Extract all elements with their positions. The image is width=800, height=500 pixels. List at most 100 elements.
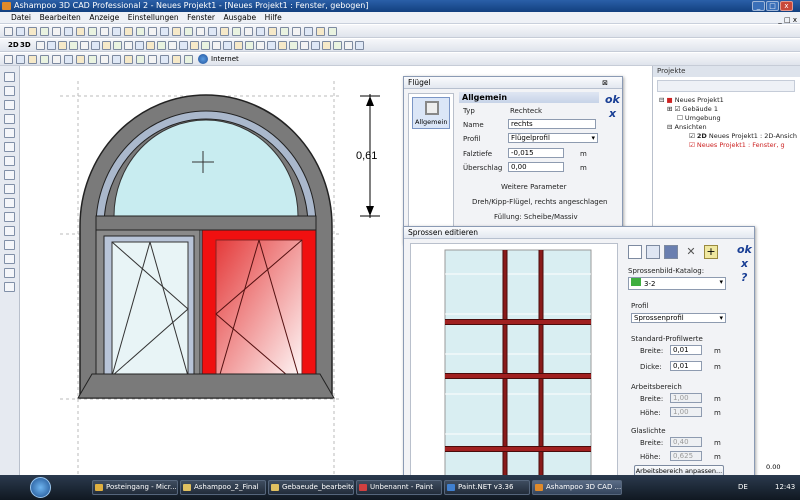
toolbar-icon[interactable] xyxy=(91,41,100,50)
toolbar-icon[interactable] xyxy=(184,55,193,64)
menu-bearbeiten[interactable]: Bearbeiten xyxy=(37,12,84,24)
toolbar-icon[interactable] xyxy=(64,55,73,64)
toolbar-icon[interactable] xyxy=(40,55,49,64)
fluegel-ok-button[interactable]: ok xyxy=(605,93,620,106)
minimize-button[interactable]: _ xyxy=(752,1,765,11)
toolbar-icon[interactable] xyxy=(160,55,169,64)
toolbar-icon[interactable] xyxy=(28,55,37,64)
toolbar-icon[interactable] xyxy=(245,41,254,50)
tool-icon[interactable] xyxy=(4,142,15,152)
tool-icon[interactable] xyxy=(4,86,15,96)
sprossen-preview[interactable] xyxy=(410,243,618,478)
menu-datei[interactable]: Datei xyxy=(8,12,34,24)
tool-icon[interactable] xyxy=(4,254,15,264)
toolbar-icon[interactable] xyxy=(4,27,13,36)
toolbar-icon[interactable] xyxy=(280,27,289,36)
toolbar-icon[interactable] xyxy=(172,27,181,36)
toolbar-icon[interactable] xyxy=(168,41,177,50)
tree-building[interactable]: ⊞ ☑ Gebäude 1 xyxy=(667,105,718,113)
toolbar-icon[interactable] xyxy=(220,27,229,36)
toolbar-icon[interactable] xyxy=(100,55,109,64)
dreh-kipp-expander[interactable]: Dreh/Kipp-Flügel, rechts angeschlagen xyxy=(472,198,607,206)
dialog-close-icon[interactable]: ⊠ xyxy=(602,79,608,87)
toolbar-icon[interactable] xyxy=(234,41,243,50)
toolbar-icon[interactable] xyxy=(316,27,325,36)
taskbar-item-paint[interactable]: Unbenannt - Paint xyxy=(356,480,442,495)
toolbar-icon[interactable] xyxy=(208,27,217,36)
taskbar-item-folder[interactable]: Ashampoo_2_Final xyxy=(180,480,266,495)
toolbar-icon[interactable] xyxy=(112,55,121,64)
menu-fenster[interactable]: Fenster xyxy=(184,12,218,24)
tree-view-window[interactable]: ☑ Neues Projekt1 : Fenster, g xyxy=(689,141,785,149)
toolbar-icon[interactable] xyxy=(328,27,337,36)
katalog-select[interactable]: 3-2 xyxy=(628,277,726,290)
toolbar-icon[interactable] xyxy=(136,55,145,64)
toolbar-icon[interactable] xyxy=(135,41,144,50)
toolbar-icon[interactable] xyxy=(88,27,97,36)
view-3d-button[interactable]: 3D xyxy=(20,41,31,49)
toolbar-icon[interactable] xyxy=(278,41,287,50)
tool-icon[interactable] xyxy=(4,156,15,166)
name-field[interactable]: rechts xyxy=(508,119,596,129)
toolbar-icon[interactable] xyxy=(256,27,265,36)
toolbar-icon[interactable] xyxy=(146,41,155,50)
tool-icon[interactable] xyxy=(4,184,15,194)
toolbar-icon[interactable] xyxy=(292,27,301,36)
toolbar-icon[interactable] xyxy=(333,41,342,50)
toolbar-icon[interactable] xyxy=(88,55,97,64)
profil-select[interactable]: Flügelprofil xyxy=(508,133,598,143)
weitere-parameter-expander[interactable]: Weitere Parameter xyxy=(501,183,567,191)
toolbar-icon[interactable] xyxy=(172,55,181,64)
sprossen-ok-button[interactable]: ok xyxy=(737,243,752,256)
menu-anzeige[interactable]: Anzeige xyxy=(86,12,122,24)
tool-icon[interactable] xyxy=(4,282,15,292)
toolbar-icon[interactable] xyxy=(244,27,253,36)
toolbar-icon[interactable] xyxy=(16,55,25,64)
toolbar-icon[interactable] xyxy=(112,27,121,36)
toolbar-icon[interactable] xyxy=(102,41,111,50)
toolbar-icon[interactable] xyxy=(289,41,298,50)
toolbar-icon[interactable] xyxy=(148,55,157,64)
tool-icon[interactable] xyxy=(4,198,15,208)
tool-icon[interactable] xyxy=(4,268,15,278)
fluegel-cancel-button[interactable]: x xyxy=(609,107,616,120)
falztiefe-field[interactable]: -0,015 xyxy=(508,148,564,158)
sprossenprofil-select[interactable]: Sprossenprofil xyxy=(631,313,726,323)
toolbar-icon[interactable] xyxy=(16,27,25,36)
toolbar-icon[interactable] xyxy=(52,55,61,64)
toolbar-icon[interactable] xyxy=(80,41,89,50)
tool-icon[interactable] xyxy=(4,170,15,180)
toolbar-icon[interactable] xyxy=(69,41,78,50)
taskbar-item-paintnet[interactable]: Paint.NET v3.36 xyxy=(444,480,530,495)
taskbar-item-outlook[interactable]: Posteingang - Micr... xyxy=(92,480,178,495)
tree-view-2d[interactable]: ☑ 2D Neues Projekt1 : 2D-Ansich xyxy=(689,132,797,140)
toolbar-icon[interactable] xyxy=(157,41,166,50)
tool-icon[interactable] xyxy=(4,72,15,82)
toolbar-icon[interactable] xyxy=(190,41,199,50)
tool-icon[interactable] xyxy=(4,100,15,110)
taskbar-item-gebaeude[interactable]: Gebaeude_bearbeite... xyxy=(268,480,354,495)
tool-icon[interactable] xyxy=(4,114,15,124)
toolbar-icon[interactable] xyxy=(223,41,232,50)
tab-allgemein[interactable]: Allgemein xyxy=(412,97,450,129)
toolbar-icon[interactable] xyxy=(311,41,320,50)
toolbar-icon[interactable] xyxy=(304,27,313,36)
toolbar-icon[interactable] xyxy=(36,41,45,50)
taskbar-item-ashampoo[interactable]: Ashampoo 3D CAD ... xyxy=(532,480,622,495)
fuellung-expander[interactable]: Füllung: Scheibe/Massiv xyxy=(494,213,578,221)
toolbar-icon[interactable] xyxy=(196,27,205,36)
open-icon[interactable] xyxy=(646,245,660,259)
close-button[interactable]: x xyxy=(780,1,793,11)
toolbar-icon[interactable] xyxy=(212,41,221,50)
toolbar-icon[interactable] xyxy=(184,27,193,36)
toolbar-icon[interactable] xyxy=(201,41,210,50)
dicke-field[interactable]: 0,01 xyxy=(670,361,702,371)
toolbar-icon[interactable] xyxy=(76,27,85,36)
toolbar-icon[interactable] xyxy=(124,55,133,64)
new-icon[interactable] xyxy=(628,245,642,259)
tree-project[interactable]: ⊟ ■ Neues Projekt1 xyxy=(659,96,724,104)
internet-button[interactable]: Internet xyxy=(211,55,239,63)
toolbar-icon[interactable] xyxy=(124,41,133,50)
maximize-button[interactable]: □ xyxy=(766,1,779,11)
toolbar-icon[interactable] xyxy=(47,41,56,50)
